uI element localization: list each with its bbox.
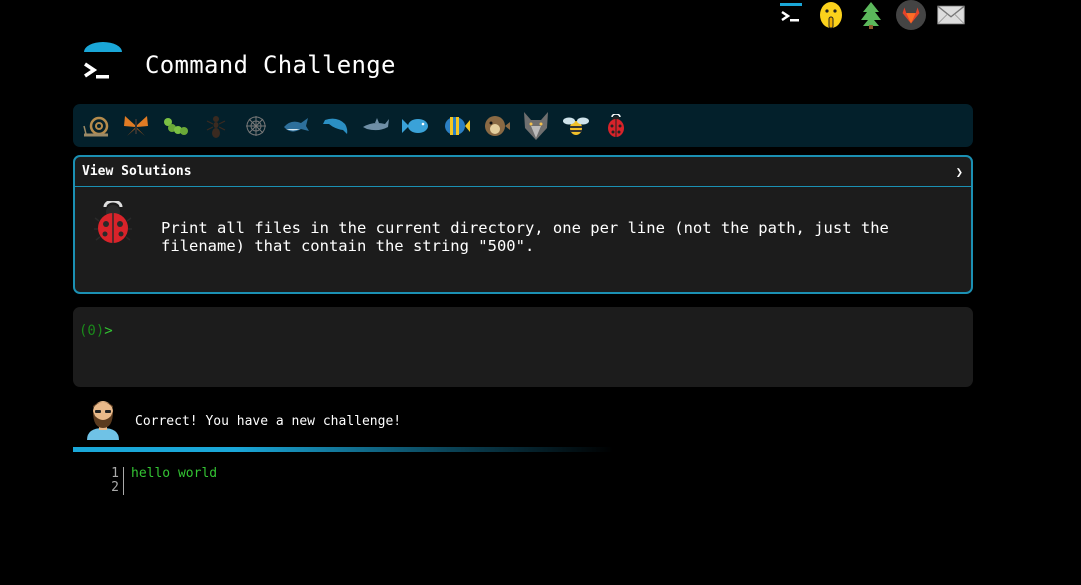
tree-icon[interactable] (856, 0, 886, 30)
whale-icon[interactable] (281, 111, 311, 141)
shushing-face-icon[interactable] (816, 0, 846, 30)
terminal-prompt: (0)> (79, 323, 113, 339)
challenge-body: Print all files in the current directory… (75, 187, 971, 255)
chevron-right-icon: ❯ (955, 164, 963, 179)
ladybug-icon[interactable] (601, 111, 631, 141)
challenge-progress-bar (73, 104, 973, 147)
header: Command Challenge (80, 42, 396, 88)
page-title: Command Challenge (145, 51, 396, 79)
challenge-description: Print all files in the current directory… (161, 219, 889, 255)
terminal-input[interactable]: (0)> (73, 307, 973, 387)
view-solutions-label: View Solutions (82, 164, 192, 179)
ant-icon[interactable] (201, 111, 231, 141)
page: Command Challenge View Solutions ❯ Print… (0, 0, 1081, 585)
dolphin-icon[interactable] (321, 111, 351, 141)
challenge-panel: View Solutions ❯ Print all files in the … (73, 155, 973, 294)
divider (73, 447, 613, 452)
gitlab-icon[interactable] (896, 0, 926, 30)
fish-icon[interactable] (401, 111, 431, 141)
top-icon-bar (776, 0, 966, 30)
result-text: Correct! You have a new challenge! (135, 413, 402, 429)
output-line: hello world (131, 466, 218, 481)
bee-icon[interactable] (561, 111, 591, 141)
line-numbers: 1 2 (108, 467, 124, 495)
wolf-icon[interactable] (521, 111, 551, 141)
mail-icon[interactable] (936, 0, 966, 30)
butterfly-icon[interactable] (121, 111, 151, 141)
bearded-man-icon (85, 398, 121, 444)
tropical-fish-icon[interactable] (441, 111, 471, 141)
caterpillar-icon[interactable] (161, 111, 191, 141)
dolphin-gray-icon[interactable] (361, 111, 391, 141)
snail-icon[interactable] (81, 111, 111, 141)
view-solutions-toggle[interactable]: View Solutions ❯ (75, 157, 971, 187)
blowfish-icon[interactable] (481, 111, 511, 141)
ladybug-icon (93, 199, 133, 255)
command-challenge-logo[interactable] (80, 42, 126, 88)
line-number: 2 (111, 480, 119, 495)
command-output: 1 2 hello world (108, 467, 217, 495)
spider-web-icon[interactable] (241, 111, 271, 141)
line-number: 1 (111, 466, 119, 481)
terminal-icon[interactable] (776, 0, 806, 30)
result-message: Correct! You have a new challenge! (85, 398, 401, 444)
output-lines: hello world (124, 467, 217, 495)
